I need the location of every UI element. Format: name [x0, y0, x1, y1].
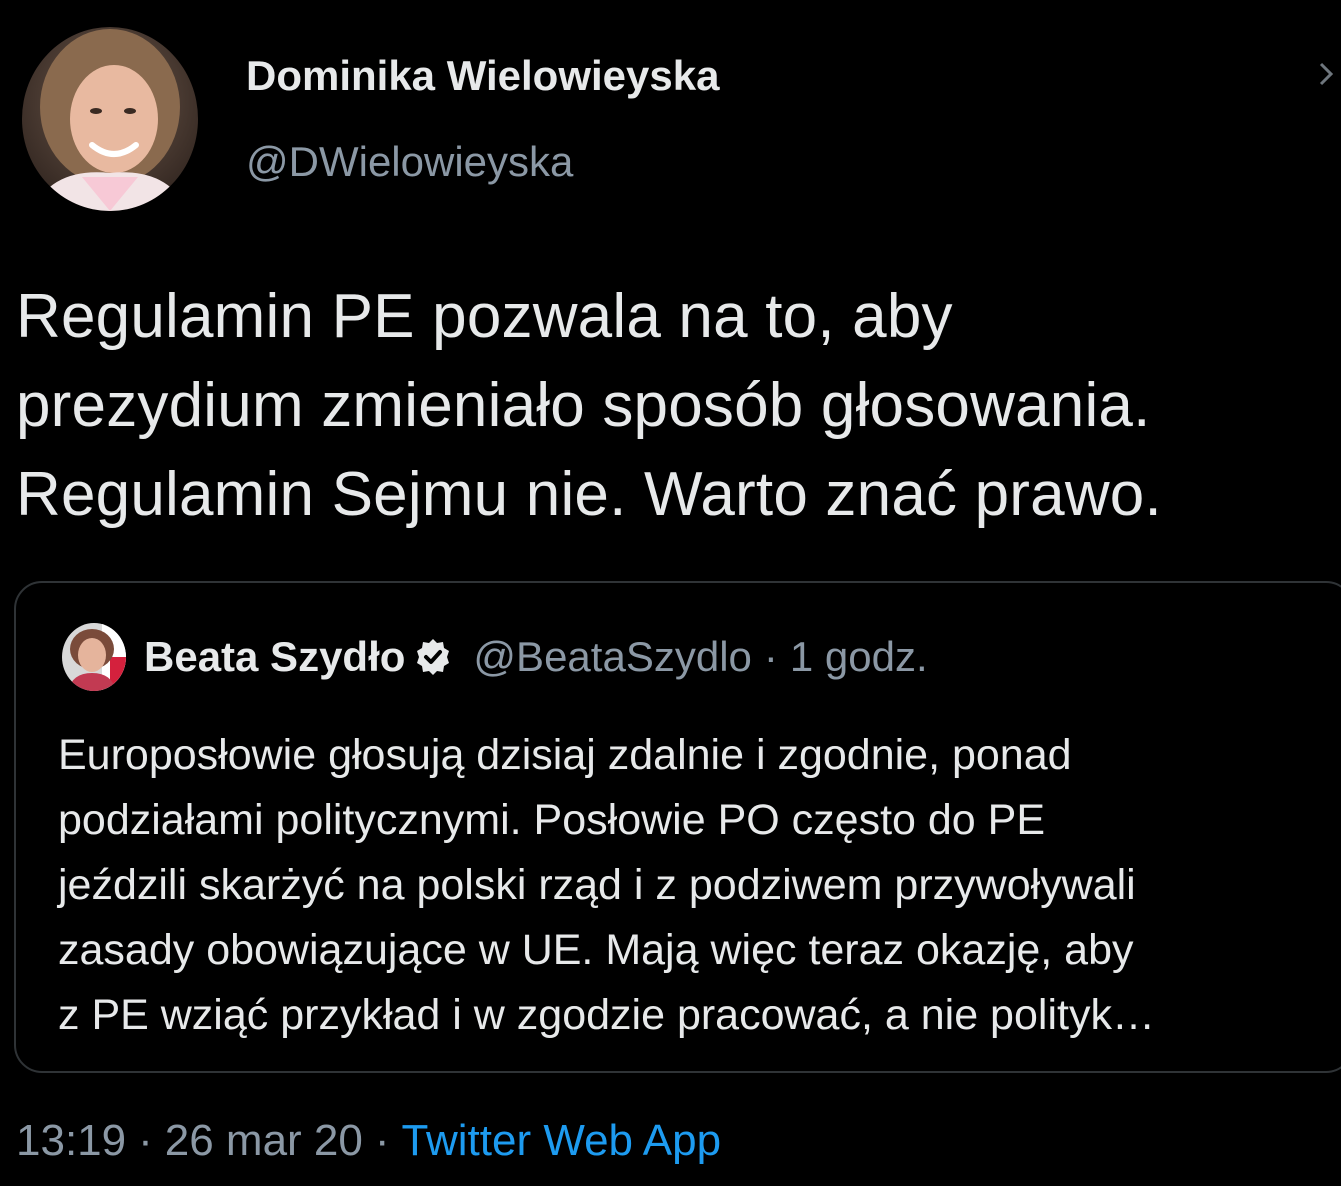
- quoted-tweet-text: Europosłowie głosują dzisiaj zdalnie i z…: [58, 723, 1341, 1048]
- tweet-time[interactable]: 13:19: [16, 1116, 126, 1166]
- tweet-text: Regulamin PE pozwala na to, aby prezydiu…: [16, 272, 1336, 539]
- verified-badge-icon: [413, 637, 453, 677]
- tweet-text-line: prezydium zmieniało sposób głosowania.: [16, 371, 1151, 440]
- quoted-text-line: podziałami politycznymi. Posłowie PO czę…: [58, 796, 1046, 844]
- quoted-author-name[interactable]: Beata Szydło: [144, 633, 405, 681]
- quoted-text-line: jeździli skarżyć na polski rząd i z podz…: [58, 861, 1136, 909]
- quoted-text-line: z PE wziąć przykład i w zgodzie pracować…: [58, 991, 1155, 1039]
- separator-dot: ·: [763, 633, 778, 680]
- author-avatar[interactable]: [22, 27, 198, 211]
- avatar-photo-icon: [22, 27, 198, 211]
- tweet-text-line: Regulamin Sejmu nie. Warto znać prawo.: [16, 460, 1162, 529]
- source-app-link[interactable]: Twitter Web App: [402, 1116, 722, 1166]
- quoted-tweet-card[interactable]: Beata Szydło @BeataSzydlo · 1 godz. Euro…: [14, 581, 1341, 1073]
- tweet-metadata: 13:19 · 26 mar 20 · Twitter Web App: [16, 1116, 721, 1166]
- author-handle[interactable]: @DWielowieyska: [246, 138, 573, 186]
- quoted-text-line: Europosłowie głosują dzisiaj zdalnie i z…: [58, 731, 1072, 779]
- quoted-author-handle[interactable]: @BeataSzydlo: [473, 633, 751, 681]
- separator-dot: ·: [138, 1116, 153, 1165]
- tweet-container: Dominika Wielowieyska @DWielowieyska Reg…: [0, 0, 1341, 1186]
- quoted-tweet-time[interactable]: 1 godz.: [790, 633, 928, 681]
- quoted-text-line: zasady obowiązujące w UE. Mają więc tera…: [58, 926, 1134, 974]
- separator-dot: ·: [374, 1116, 390, 1165]
- tweet-date[interactable]: 26 mar 20: [165, 1116, 363, 1166]
- quoted-tweet-header: Beata Szydło @BeataSzydlo · 1 godz.: [144, 627, 928, 687]
- quoted-author-avatar[interactable]: [62, 623, 126, 691]
- author-name[interactable]: Dominika Wielowieyska: [246, 52, 719, 100]
- more-vertical-icon: [1319, 62, 1334, 86]
- more-options-button[interactable]: [1317, 58, 1341, 90]
- avatar-photo-icon: [62, 623, 126, 691]
- tweet-text-line: Regulamin PE pozwala na to, aby: [16, 282, 953, 351]
